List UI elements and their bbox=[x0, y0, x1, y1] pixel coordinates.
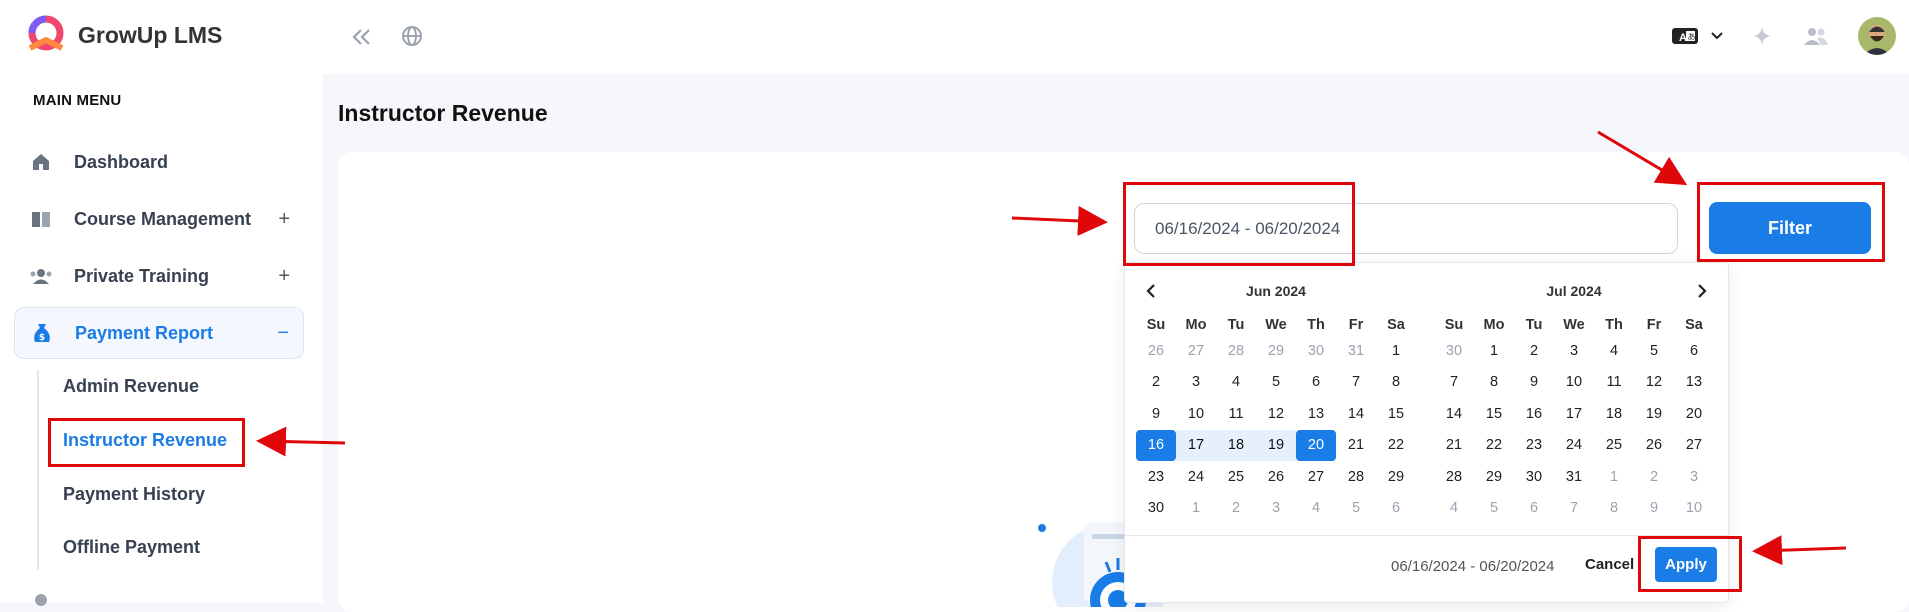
arrow-to-instructor-revenue bbox=[256, 426, 346, 457]
annotation-arrows bbox=[256, 130, 1847, 566]
arrow-to-apply bbox=[1752, 535, 1847, 566]
arrow-to-date-range bbox=[1011, 205, 1108, 236]
arrow-to-filter bbox=[1597, 130, 1688, 186]
